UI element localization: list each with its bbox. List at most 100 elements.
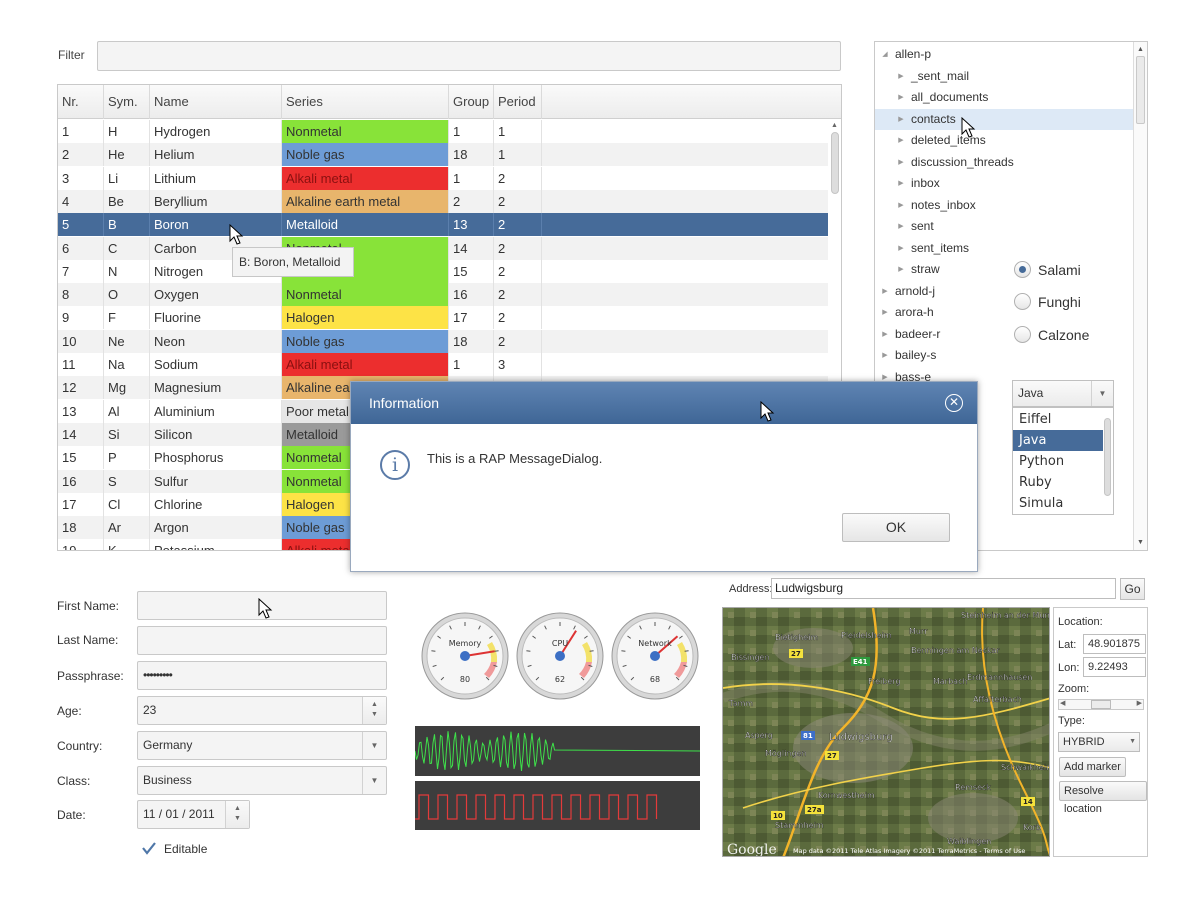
collapsed-triangle-icon[interactable]: ▶	[895, 259, 907, 280]
map-place-label: Schwaikheim	[1001, 763, 1050, 772]
radio-button-icon[interactable]	[1014, 326, 1031, 343]
tree-item[interactable]: ▶ arnold-j	[875, 281, 1134, 302]
table-row[interactable]: 7NNitrogenNonmetal152	[58, 259, 828, 283]
table-row[interactable]: 1 H Hydrogen Nonmetal 1 1	[58, 120, 828, 143]
ok-button[interactable]: OK	[842, 513, 950, 542]
table-row[interactable]: 4 Be Beryllium Alkaline earth metal 2 2	[58, 189, 828, 213]
date-field[interactable]: 11 / 01 / 2011 ▲ ▼	[137, 800, 250, 829]
column-header[interactable]: Name	[150, 85, 282, 119]
table-row[interactable]: 2 He Helium Noble gas 18 1	[58, 143, 828, 167]
language-list-item[interactable]: Ruby	[1013, 472, 1103, 493]
scroll-down-icon[interactable]: ▼	[1135, 537, 1146, 548]
tree-item[interactable]: ▶ discussion_threads	[875, 152, 1134, 173]
collapsed-triangle-icon[interactable]: ▶	[895, 173, 907, 194]
collapsed-triangle-icon[interactable]: ▶	[895, 238, 907, 259]
go-button[interactable]: Go	[1120, 578, 1145, 600]
chevron-down-icon[interactable]: ▼	[1129, 733, 1136, 751]
language-list-item[interactable]: Java	[1013, 430, 1103, 451]
tree-item[interactable]: ▶ deleted_items	[875, 130, 1134, 151]
chevron-down-icon[interactable]: ▼	[362, 767, 386, 794]
table-row[interactable]: 10 Ne Neon Noble gas 18 2	[58, 329, 828, 353]
table-cell-name: Oxygen	[150, 283, 282, 307]
tree-scroll-thumb[interactable]	[1136, 56, 1145, 124]
column-header[interactable]: Nr.	[58, 85, 104, 119]
table-row[interactable]: 11 Na Sodium Alkali metal 1 3	[58, 353, 828, 376]
tree-item[interactable]: ▶ inbox	[875, 173, 1134, 194]
radio-button-icon[interactable]	[1014, 261, 1031, 278]
tree-item[interactable]: ▶ notes_inbox	[875, 195, 1134, 216]
chevron-down-icon[interactable]: ▼	[1091, 381, 1113, 406]
language-list[interactable]: Eiffel Java Python Ruby Simula	[1012, 407, 1114, 515]
expanded-triangle-icon[interactable]: ◢	[879, 44, 891, 65]
country-select[interactable]: Germany ▼	[137, 731, 387, 760]
satellite-map[interactable]: Bietigheim Pleidelsheim Murr Steinheim an d…	[723, 608, 1050, 857]
zoom-slider-thumb[interactable]	[1091, 700, 1111, 709]
tree-item[interactable]: ▶ _sent_mail	[875, 66, 1134, 87]
table-scroll-thumb[interactable]	[831, 132, 839, 194]
lon-field[interactable]: 9.22493	[1083, 657, 1146, 677]
collapsed-triangle-icon[interactable]: ▶	[895, 130, 907, 151]
spinner-arrows-icon[interactable]: ▲ ▼	[362, 697, 386, 724]
language-scroll-thumb[interactable]	[1104, 418, 1111, 496]
collapsed-triangle-icon[interactable]: ▶	[895, 152, 907, 173]
language-list-scrollbar[interactable]	[1102, 408, 1113, 514]
passphrase-field[interactable]: •••••••••	[137, 661, 387, 690]
lat-field[interactable]: 48.901875	[1083, 634, 1146, 654]
tree-item[interactable]: ▶ arora-h	[875, 302, 1134, 323]
language-combo[interactable]: Java ▼	[1012, 380, 1114, 407]
table-row[interactable]: 5 B Boron Metalloid 13 2	[58, 213, 828, 237]
tree-scrollbar[interactable]: ▲ ▼	[1133, 42, 1147, 550]
collapsed-triangle-icon[interactable]: ▶	[895, 109, 907, 130]
language-list-item[interactable]: Simula	[1013, 493, 1103, 514]
chevron-down-icon[interactable]: ▼	[362, 732, 386, 759]
table-row[interactable]: 8 O Oxygen Nonmetal 16 2	[58, 283, 828, 307]
chevron-left-icon[interactable]: ◀	[1060, 699, 1065, 707]
collapsed-triangle-icon[interactable]: ▶	[895, 87, 907, 108]
table-row[interactable]: 9 F Fluorine Halogen 17 2	[58, 306, 828, 330]
tree-item[interactable]: ◢ allen-p	[875, 44, 1134, 65]
tree-item[interactable]: ▶ sent_items	[875, 238, 1134, 259]
resolve-location-button[interactable]: Resolve location	[1059, 781, 1147, 815]
scroll-up-icon[interactable]: ▲	[831, 122, 838, 129]
table-row[interactable]: 3 Li Lithium Alkali metal 1 2	[58, 166, 828, 190]
tree-item[interactable]: ▶ all_documents	[875, 87, 1134, 108]
tree-item[interactable]: ▶ sent	[875, 216, 1134, 237]
close-icon[interactable]: ✕	[945, 394, 963, 412]
column-header[interactable]: Group	[449, 85, 494, 119]
map-type-select[interactable]: HYBRID ▼	[1058, 732, 1140, 752]
language-list-item[interactable]: Python	[1013, 451, 1103, 472]
collapsed-triangle-icon[interactable]: ▶	[895, 66, 907, 87]
spinner-arrows-icon[interactable]: ▲ ▼	[225, 801, 249, 828]
radio-button-icon[interactable]	[1014, 293, 1031, 310]
add-marker-button[interactable]: Add marker	[1059, 757, 1126, 777]
collapsed-triangle-icon[interactable]: ▶	[895, 195, 907, 216]
map-place-label: Asperg	[745, 731, 773, 740]
column-header[interactable]: Series	[282, 85, 449, 119]
collapsed-triangle-icon[interactable]: ▶	[895, 216, 907, 237]
class-select[interactable]: Business ▼	[137, 766, 387, 795]
tree-item[interactable]: ▶ bailey-s	[875, 345, 1134, 366]
checkmark-icon[interactable]	[141, 840, 157, 856]
table-cell-name: Sodium	[150, 353, 282, 376]
tree-item[interactable]: ▶ straw	[875, 259, 1134, 280]
column-header[interactable]: Period	[494, 85, 542, 119]
table-cell-name: Argon	[150, 516, 282, 540]
chevron-right-icon[interactable]: ▶	[1137, 699, 1142, 707]
collapsed-triangle-icon[interactable]: ▶	[879, 345, 891, 366]
collapsed-triangle-icon[interactable]: ▶	[879, 302, 891, 323]
scroll-up-icon[interactable]: ▲	[1135, 44, 1146, 55]
language-list-item[interactable]: Eiffel	[1013, 409, 1103, 430]
age-spinner[interactable]: 23 ▲ ▼	[137, 696, 387, 725]
column-header[interactable]: Sym.	[104, 85, 150, 119]
table-row[interactable]: 6CCarbonNonmetal142	[58, 236, 828, 260]
map-attribution[interactable]: Map data ©2011 Tele Atlas Imagery ©2011 …	[793, 847, 1025, 855]
tree-item[interactable]: ▶ badeer-r	[875, 324, 1134, 345]
tree-item[interactable]: ▶ contacts	[875, 108, 1134, 130]
filter-input[interactable]	[97, 41, 841, 71]
last-name-field[interactable]	[137, 626, 387, 655]
collapsed-triangle-icon[interactable]: ▶	[879, 324, 891, 345]
address-input[interactable]: Ludwigsburg	[771, 578, 1116, 599]
map-view[interactable]: Bietigheim Pleidelsheim Murr Steinheim an d…	[722, 607, 1050, 857]
zoom-slider[interactable]: ◀ ▶	[1058, 699, 1144, 710]
collapsed-triangle-icon[interactable]: ▶	[879, 281, 891, 302]
